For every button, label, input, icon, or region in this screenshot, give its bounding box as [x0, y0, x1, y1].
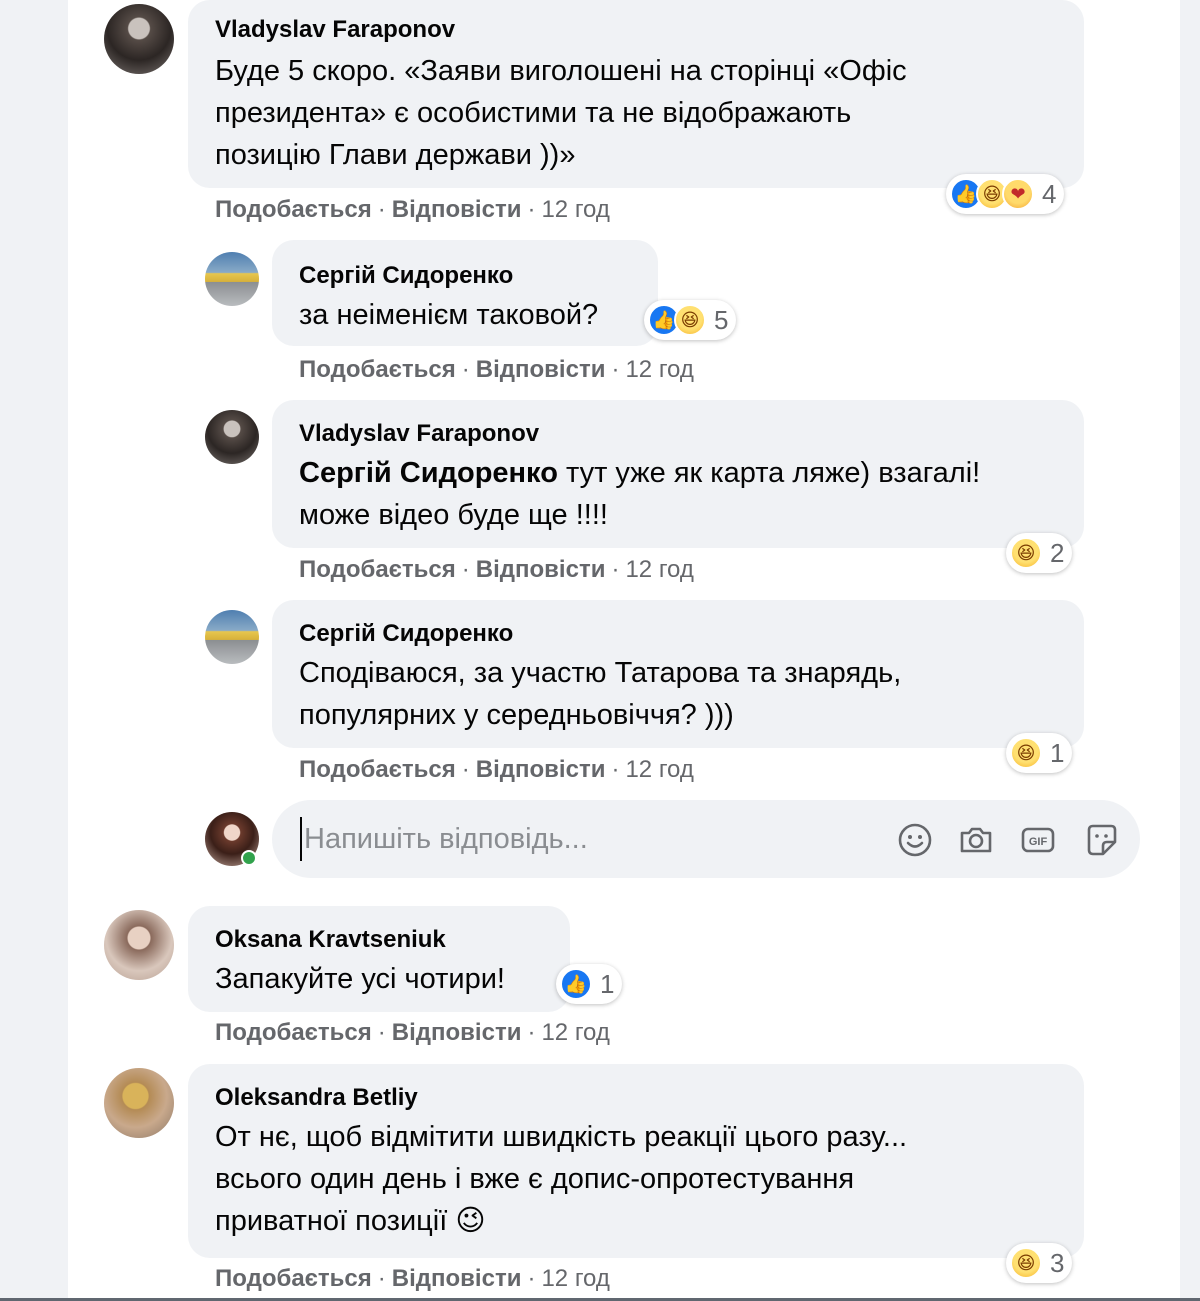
reaction-count: 1: [1050, 737, 1065, 768]
comment-actions: Подобається · Відповісти · 12 год: [299, 356, 694, 383]
comment-author[interactable]: Oleksandra Betliy: [215, 1084, 418, 1112]
left-gutter: [0, 0, 68, 1301]
comment-text: Запакуйте усі чотири!: [215, 963, 505, 995]
comment-actions: Подобається · Відповісти · 12 год: [299, 756, 694, 783]
comment-actions: Подобається · Відповісти · 12 год: [215, 1265, 610, 1292]
reaction-count: 1: [600, 968, 615, 999]
comment-author[interactable]: Oksana Kravtseniuk: [215, 926, 446, 954]
reaction-count: 2: [1050, 537, 1065, 568]
comment-actions: Подобається · Відповісти · 12 год: [215, 196, 610, 223]
comment-time[interactable]: 12 год: [541, 196, 609, 223]
reaction-count: 4: [1042, 178, 1057, 209]
like-action[interactable]: Подобається: [299, 556, 456, 583]
sticker-icon[interactable]: [1082, 820, 1122, 860]
avatar[interactable]: [104, 4, 174, 74]
reactions-badge[interactable]: 😆 3: [1006, 1243, 1073, 1283]
haha-reaction-icon: 😆: [1010, 1247, 1042, 1279]
wink-emoji: 😉: [455, 1205, 486, 1237]
reactions-badge[interactable]: 😆 1: [1006, 733, 1073, 773]
mention-link[interactable]: Сергій Сидоренко: [299, 457, 558, 489]
comment-text: за неіменієм таковой?: [299, 299, 599, 331]
comment-time[interactable]: 12 год: [541, 1265, 609, 1292]
reply-input-placeholder[interactable]: Напишіть відповідь...: [304, 823, 588, 856]
reply-action[interactable]: Відповісти: [476, 356, 606, 383]
haha-reaction-icon: 😆: [1010, 737, 1042, 769]
reply-action[interactable]: Відповісти: [392, 1265, 522, 1292]
avatar[interactable]: [205, 410, 259, 464]
comment-actions: Подобається · Відповісти · 12 год: [215, 1019, 610, 1046]
like-action[interactable]: Подобається: [215, 1265, 372, 1292]
care-reaction-icon: ❤: [1002, 178, 1034, 210]
gif-icon[interactable]: GIF: [1018, 820, 1058, 860]
comment-time[interactable]: 12 год: [541, 1019, 609, 1046]
reaction-count: 5: [714, 304, 729, 335]
reply-action[interactable]: Відповісти: [476, 756, 606, 783]
comment-author[interactable]: Vladyslav Faraponov: [299, 420, 539, 448]
text-cursor: [300, 817, 302, 861]
avatar[interactable]: [205, 252, 259, 306]
haha-reaction-icon: 😆: [1010, 537, 1042, 569]
reactions-badge[interactable]: 😆 2: [1006, 533, 1073, 573]
comment-time[interactable]: 12 год: [625, 356, 693, 383]
right-gutter: [1180, 0, 1200, 1301]
avatar[interactable]: [205, 610, 259, 664]
avatar[interactable]: [104, 910, 174, 980]
comment-author[interactable]: Vladyslav Faraponov: [215, 16, 455, 44]
avatar[interactable]: [104, 1068, 174, 1138]
like-action[interactable]: Подобається: [215, 1019, 372, 1046]
emoji-icon[interactable]: [895, 820, 935, 860]
comment-text: Сергій Сидоренко тут уже як карта ляже) …: [299, 457, 981, 531]
like-reaction-icon: 👍: [560, 968, 592, 1000]
svg-text:GIF: GIF: [1029, 836, 1048, 848]
comment-author[interactable]: Сергій Сидоренко: [299, 262, 513, 290]
reactions-badge[interactable]: 👍 😆 5: [644, 300, 737, 340]
comment-time[interactable]: 12 год: [625, 556, 693, 583]
camera-icon[interactable]: [956, 820, 996, 860]
like-action[interactable]: Подобається: [299, 356, 456, 383]
comment-text: Сподіваюся, за участю Татарова та знаряд…: [299, 657, 902, 731]
reactions-badge[interactable]: 👍 😆 ❤ 4: [946, 174, 1065, 214]
comment-actions: Подобається · Відповісти · 12 год: [299, 556, 694, 583]
like-action[interactable]: Подобається: [299, 756, 456, 783]
online-status-indicator: [241, 850, 257, 866]
comment-text: Буде 5 скоро. «Заяви виголошені на сторі…: [215, 55, 907, 171]
reaction-count: 3: [1050, 1247, 1065, 1278]
haha-reaction-icon: 😆: [674, 304, 706, 336]
reply-action[interactable]: Відповісти: [392, 196, 522, 223]
reactions-badge[interactable]: 👍 1: [556, 964, 623, 1004]
like-action[interactable]: Подобається: [215, 196, 372, 223]
reply-action[interactable]: Відповісти: [392, 1019, 522, 1046]
reply-action[interactable]: Відповісти: [476, 556, 606, 583]
comment-author[interactable]: Сергій Сидоренко: [299, 620, 513, 648]
comment-text: От нє, щоб відмітити швидкість реакції ц…: [215, 1121, 908, 1237]
comment-time[interactable]: 12 год: [625, 756, 693, 783]
